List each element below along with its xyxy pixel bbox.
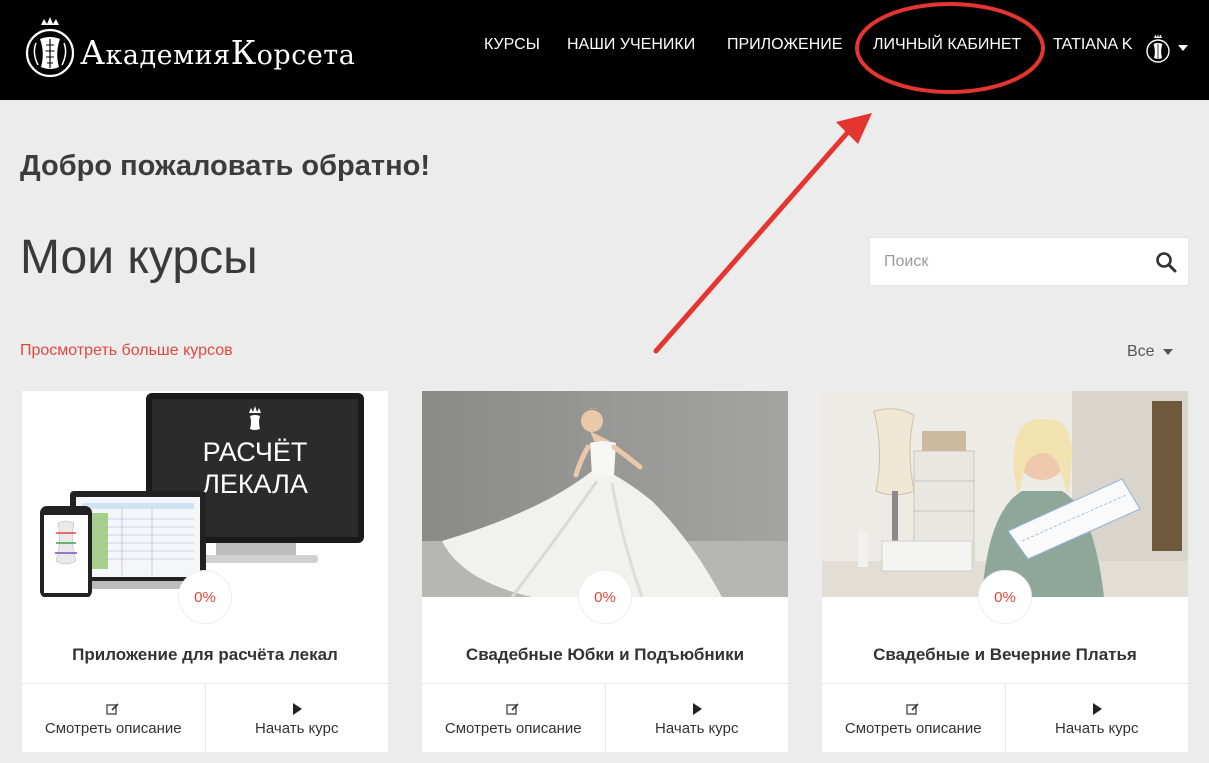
logo-initial-k: К [230, 32, 257, 72]
page-title: Мои курсы [20, 231, 258, 284]
course-card: 0% Свадебные и Вечерние Платья Смотреть … [822, 391, 1188, 752]
course-title[interactable]: Свадебные Юбки и Подъюбники [422, 645, 788, 665]
bride-in-gown-photo [422, 391, 788, 597]
play-icon [291, 700, 303, 718]
edit-icon [506, 700, 520, 718]
nav-our-students[interactable]: НАШИ УЧЕНИКИ [567, 36, 695, 54]
welcome-heading: Добро пожаловать обратно! [20, 150, 430, 182]
search-icon[interactable] [1154, 250, 1178, 274]
progress-badge: 0% [178, 570, 232, 624]
course-image-pattern-calculator[interactable]: РАСЧЁТ ЛЕКАЛА [22, 391, 388, 597]
search-input[interactable] [870, 238, 1140, 285]
start-course-label: Начать курс [1055, 719, 1139, 737]
logo-wordmark: АкадемияКорсета [80, 33, 355, 72]
nav-courses[interactable]: КУРСЫ [484, 36, 540, 54]
filter-selected-value: Все [1127, 343, 1155, 360]
view-description-label: Смотреть описание [444, 719, 582, 737]
user-menu-chevron-down-icon[interactable] [1178, 45, 1188, 51]
course-actions: Смотреть описание Начать курс [22, 683, 388, 752]
course-image-wedding-dresses[interactable] [822, 391, 1188, 597]
image-title-line-1: РАСЧЁТ [203, 437, 308, 467]
start-course-label: Начать курс [255, 719, 339, 737]
progress-badge: 0% [978, 570, 1032, 624]
top-navigation-bar: АкадемияКорсета КУРСЫ НАШИ УЧЕНИКИ ПРИЛО… [0, 0, 1209, 100]
view-description-button[interactable]: Смотреть описание [422, 684, 605, 752]
nav-app[interactable]: ПРИЛОЖЕНИЕ [727, 36, 842, 54]
logo-word-1: кадемия [105, 39, 231, 71]
start-course-button[interactable]: Начать курс [204, 684, 389, 752]
course-title[interactable]: Приложение для расчёта лекал [22, 645, 388, 665]
view-description-button[interactable]: Смотреть описание [22, 684, 205, 752]
edit-icon [106, 700, 120, 718]
course-image-wedding-skirts[interactable] [422, 391, 788, 597]
instructor-atelier-photo [822, 391, 1188, 597]
course-title[interactable]: Свадебные и Вечерние Платья [822, 645, 1188, 665]
start-course-button[interactable]: Начать курс [1004, 684, 1189, 752]
view-description-label: Смотреть описание [844, 719, 982, 737]
pattern-calculator-illustration: РАСЧЁТ ЛЕКАЛА [22, 391, 388, 597]
edit-icon [906, 700, 920, 718]
view-description-label: Смотреть описание [44, 719, 182, 737]
course-actions: Смотреть описание Начать курс [822, 683, 1188, 752]
course-filter-dropdown[interactable]: Все [1127, 343, 1173, 361]
site-logo[interactable]: АкадемияКорсета [24, 10, 355, 86]
course-card: РАСЧЁТ ЛЕКАЛА 0% Приложение для расчёта … [22, 391, 388, 752]
play-icon [691, 700, 703, 718]
user-avatar-icon[interactable] [1146, 33, 1170, 65]
more-courses-link[interactable]: Просмотреть больше курсов [20, 342, 233, 360]
nav-user-name[interactable]: TATIANA K [1053, 36, 1132, 54]
logo-initial-a: А [80, 32, 106, 72]
view-description-button[interactable]: Смотреть описание [822, 684, 1005, 752]
image-title-line-2: ЛЕКАЛА [202, 469, 308, 499]
course-actions: Смотреть описание Начать курс [422, 683, 788, 752]
course-card: 0% Свадебные Юбки и Подъюбники Смотреть … [422, 391, 788, 752]
nav-personal-account[interactable]: ЛИЧНЫЙ КАБИНЕТ [873, 36, 1021, 54]
corset-logo-icon [25, 17, 75, 78]
logo-word-2: орсета [256, 39, 356, 71]
play-icon [1091, 700, 1103, 718]
search-box [869, 237, 1189, 286]
annotation-arrow-icon [653, 113, 872, 354]
chevron-down-icon [1162, 349, 1173, 355]
start-course-button[interactable]: Начать курс [604, 684, 789, 752]
start-course-label: Начать курс [655, 719, 739, 737]
progress-badge: 0% [578, 570, 632, 624]
